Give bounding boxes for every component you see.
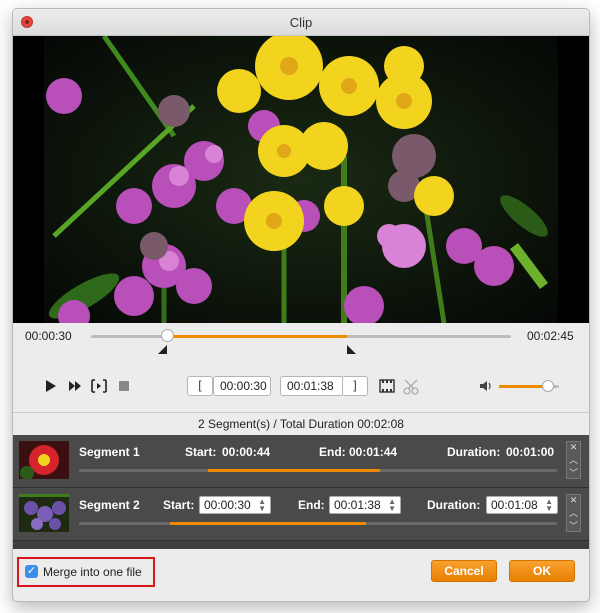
stop-icon[interactable]	[118, 379, 130, 393]
segment-end-label: End:	[298, 498, 325, 512]
set-start-button[interactable]: [	[187, 376, 213, 396]
set-end-button[interactable]: ]	[342, 376, 368, 396]
volume-slider[interactable]	[499, 380, 559, 392]
clip-start-field[interactable]: 00:00:30	[213, 376, 271, 396]
scissors-icon[interactable]	[403, 379, 421, 395]
segment-row[interactable]: Segment 1 Start: 00:00:44 End: 00:01:44 …	[13, 435, 589, 488]
segment-start-value: 00:00:44	[222, 445, 271, 459]
speaker-icon[interactable]	[479, 379, 493, 393]
segment-range-fill	[208, 469, 381, 472]
segment-duration-stepper[interactable]: 00:01:08 ▲ ▼	[486, 496, 558, 514]
merge-label[interactable]: Merge into one file	[43, 565, 142, 579]
segment-range-track	[79, 469, 557, 472]
film-clip-icon[interactable]	[379, 379, 395, 393]
volume-level	[499, 385, 549, 388]
move-down-icon[interactable]: ﹀	[567, 519, 580, 532]
segment-end-stepper[interactable]: 00:01:38 ▲ ▼	[329, 496, 401, 514]
move-up-icon[interactable]: ︿	[567, 453, 580, 466]
move-down-icon[interactable]: ﹀	[567, 466, 580, 479]
segment-side-controls: ✕ ︿ ﹀	[566, 441, 581, 479]
play-icon[interactable]	[45, 379, 57, 393]
stepper-arrows-icon[interactable]: ▲ ▼	[388, 498, 396, 513]
dialog-footer: ✓ Merge into one file Cancel OK	[13, 549, 589, 601]
timeline-track[interactable]	[91, 329, 511, 342]
volume-knob[interactable]	[542, 380, 555, 392]
frame-step-icon[interactable]	[91, 379, 107, 393]
timeline-end-time: 00:02:45	[527, 329, 574, 343]
ok-button[interactable]: OK	[509, 560, 575, 582]
segment-range-track	[79, 522, 557, 525]
merge-checkbox[interactable]: ✓	[25, 565, 38, 578]
main-timeline: 00:00:30 00:02:45	[13, 323, 589, 363]
video-frame	[44, 32, 558, 332]
clip-window: Clip 00:00:30 00:02:45 [00:00:30 00:01:…	[12, 8, 590, 602]
segment-start-label: Start:	[185, 445, 217, 459]
fast-forward-icon[interactable]	[68, 379, 82, 393]
segment-side-controls: ✕ ︿ ﹀	[566, 494, 581, 532]
segment-thumbnail	[19, 494, 69, 532]
segment-duration-label: Duration:	[427, 498, 481, 512]
segment-duration-value: 00:01:00	[506, 445, 555, 459]
segment-end-value: 00:01:44	[349, 445, 398, 459]
segment-summary: 2 Segment(s) / Total Duration 00:02:08	[13, 412, 589, 435]
segment-row[interactable]: Segment 2 Start: 00:00:30 ▲ ▼ End: 00:01:…	[13, 488, 589, 541]
segment-duration-label: Duration:	[447, 445, 501, 459]
playback-controls: [ 00:00:30 00:01:38 ]	[13, 367, 589, 407]
start-marker-handle[interactable]	[157, 345, 168, 355]
merge-option-highlight: ✓ Merge into one file	[17, 557, 155, 587]
timeline-selection	[166, 335, 348, 338]
segment-name: Segment 2	[79, 498, 140, 512]
remove-segment-icon[interactable]: ✕	[567, 442, 580, 453]
timeline-playhead[interactable]	[160, 329, 174, 342]
timeline-start-time: 00:00:30	[25, 329, 72, 343]
end-marker-handle[interactable]	[347, 345, 357, 355]
segment-name: Segment 1	[79, 445, 140, 459]
segment-start-label: Start:	[163, 498, 195, 512]
video-preview	[13, 32, 589, 332]
segment-list: Segment 1 Start: 00:00:44 End: 00:01:44 …	[13, 435, 589, 549]
title-bar: Clip	[13, 9, 589, 36]
stepper-arrows-icon[interactable]: ▲ ▼	[545, 498, 553, 513]
remove-segment-icon[interactable]: ✕	[567, 495, 580, 506]
stepper-arrows-icon[interactable]: ▲ ▼	[258, 498, 266, 513]
segment-range-fill	[169, 522, 366, 525]
flower-image	[44, 32, 558, 332]
segment-end-label: End:	[319, 445, 346, 459]
cancel-button[interactable]: Cancel	[431, 560, 497, 582]
move-up-icon[interactable]: ︿	[567, 506, 580, 519]
segment-thumbnail	[19, 441, 69, 479]
clip-end-field[interactable]: 00:01:38	[280, 376, 344, 396]
segment-start-stepper[interactable]: 00:00:30 ▲ ▼	[199, 496, 271, 514]
window-title: Clip	[289, 15, 313, 30]
